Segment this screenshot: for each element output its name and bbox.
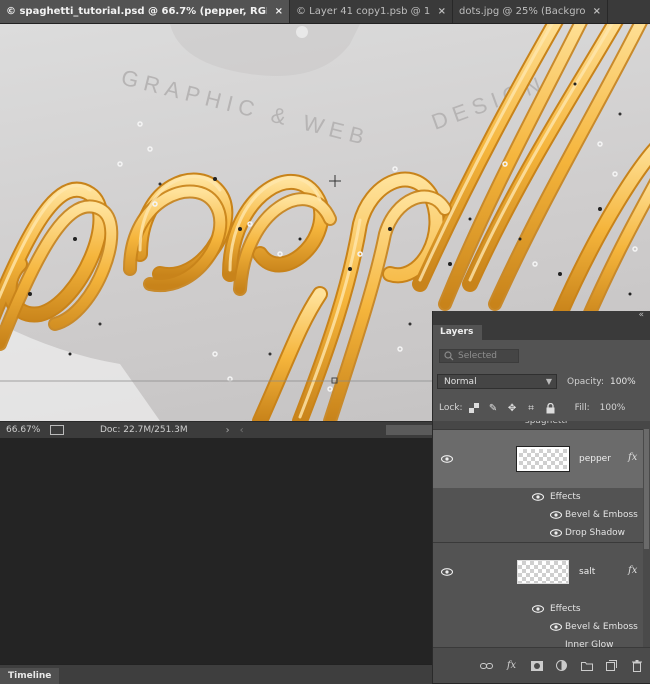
lock-row: Lock: ✎ ✥ ⌗ Fill: 100% xyxy=(433,399,650,417)
export-icon[interactable] xyxy=(50,425,64,435)
effects-label: Effects xyxy=(550,604,581,614)
scroll-left-icon[interactable]: ‹ xyxy=(240,425,244,436)
lock-transparency-icon[interactable] xyxy=(468,402,481,415)
status-bar: 66.67% Doc: 22.7M/251.3M › ‹ xyxy=(0,421,432,438)
crosshair-cursor-icon xyxy=(329,175,341,187)
fill-input[interactable]: 100% xyxy=(600,403,626,413)
new-layer-icon[interactable] xyxy=(605,659,618,672)
effect-name: Bevel & Emboss xyxy=(565,622,638,632)
fx-icon[interactable]: fx xyxy=(628,565,637,576)
effects-label: Effects xyxy=(550,492,581,502)
horizontal-scrollbar[interactable] xyxy=(386,425,432,435)
mask-icon[interactable] xyxy=(530,659,543,672)
tab-spaghetti-tutorial[interactable]: © spaghetti_tutorial.psd @ 66.7% (pepper… xyxy=(0,0,290,23)
trash-icon[interactable] xyxy=(630,659,643,672)
blend-mode-value: Normal xyxy=(444,376,477,387)
search-icon xyxy=(444,351,454,361)
tab-title: dots.jpg @ 25% (Backgro... xyxy=(459,6,585,17)
status-menu-arrow-icon[interactable]: › xyxy=(226,425,230,436)
tab-title: © Layer 41 copy1.psb @ 1... xyxy=(296,6,430,17)
eye-icon[interactable] xyxy=(550,623,562,631)
eye-icon[interactable] xyxy=(550,529,562,537)
timeline-tab[interactable]: Timeline xyxy=(0,668,60,684)
close-icon[interactable]: × xyxy=(275,6,283,17)
eye-icon[interactable] xyxy=(441,455,453,463)
eye-icon[interactable] xyxy=(441,568,453,576)
blend-row: Normal ▼ Opacity: 100% xyxy=(433,373,650,390)
tab-dots-jpg[interactable]: dots.jpg @ 25% (Backgro... × xyxy=(453,0,608,23)
panel-tabs: Layers xyxy=(433,322,650,340)
opacity-label: Opacity: xyxy=(567,376,604,387)
layer-name[interactable]: salt xyxy=(579,567,595,577)
layer-thumbnail[interactable] xyxy=(516,446,570,472)
effect-name: Drop Shadow xyxy=(565,528,626,538)
fx-icon[interactable]: fx xyxy=(628,452,637,463)
panel-header: « xyxy=(433,310,650,322)
effect-row-bevel-emboss[interactable]: Bevel & Emboss xyxy=(433,506,650,524)
layer-name: spaghetti xyxy=(525,421,568,426)
layer-filter-row: Selected xyxy=(433,347,650,365)
zoom-level[interactable]: 66.67% xyxy=(0,425,42,435)
effects-row[interactable]: Effects xyxy=(433,488,650,506)
tab-layer-41-copy[interactable]: © Layer 41 copy1.psb @ 1... × xyxy=(290,0,453,23)
blend-mode-select[interactable]: Normal ▼ xyxy=(437,374,557,389)
effects-row[interactable]: Effects xyxy=(433,600,650,618)
eye-icon[interactable] xyxy=(532,493,544,501)
layers-panel: « Layers Selected Normal ▼ Opacity: 100%… xyxy=(432,310,650,683)
scrollbar-thumb[interactable] xyxy=(644,429,649,549)
tab-layers[interactable]: Layers xyxy=(433,325,483,340)
doc-size: Doc: 22.7M/251.3M xyxy=(100,425,188,435)
effect-row-drop-shadow[interactable]: Drop Shadow xyxy=(433,524,650,542)
partial-layer-row: spaghetti xyxy=(433,421,650,429)
lock-artboard-icon[interactable]: ⌗ xyxy=(525,402,538,415)
filter-placeholder: Selected xyxy=(458,351,498,361)
tab-title: © spaghetti_tutorial.psd @ 66.7% (pepper… xyxy=(6,6,267,17)
layer-thumbnail[interactable] xyxy=(517,560,569,584)
close-icon[interactable]: × xyxy=(438,6,446,17)
folder-icon[interactable] xyxy=(580,659,593,672)
chevron-down-icon: ▼ xyxy=(545,377,552,386)
effect-row-bevel-emboss[interactable]: Bevel & Emboss xyxy=(433,618,650,636)
lock-all-icon[interactable] xyxy=(544,402,557,415)
document-tab-bar: © spaghetti_tutorial.psd @ 66.7% (pepper… xyxy=(0,0,650,24)
link-icon[interactable] xyxy=(480,659,493,672)
layer-row-salt[interactable]: salt fx ^ xyxy=(433,542,650,601)
layer-filter-input[interactable]: Selected xyxy=(439,349,519,363)
fill-label: Fill: xyxy=(574,403,590,413)
fx-icon[interactable]: fx xyxy=(505,659,518,672)
lock-brush-icon[interactable]: ✎ xyxy=(487,402,500,415)
workspace-empty-area xyxy=(0,438,432,664)
eye-icon[interactable] xyxy=(532,605,544,613)
adjustment-icon[interactable] xyxy=(555,659,568,672)
eye-icon[interactable] xyxy=(550,511,562,519)
layers-scrollbar[interactable] xyxy=(643,429,650,647)
timeline-panel: Timeline xyxy=(0,664,432,684)
effect-name: Bevel & Emboss xyxy=(565,510,638,520)
collapse-icon[interactable]: « xyxy=(638,310,644,320)
lock-position-icon[interactable]: ✥ xyxy=(506,402,519,415)
watermark-text-1: GRAPHIC & WEB xyxy=(119,65,373,151)
layer-name[interactable]: pepper xyxy=(579,454,611,464)
close-icon[interactable]: × xyxy=(593,6,601,17)
layers-bottom-toolbar: fx xyxy=(433,647,650,683)
layer-row-pepper[interactable]: pepper fx ^ xyxy=(433,429,650,488)
opacity-input[interactable]: 100% xyxy=(610,377,636,387)
lock-label: Lock: xyxy=(439,403,463,413)
